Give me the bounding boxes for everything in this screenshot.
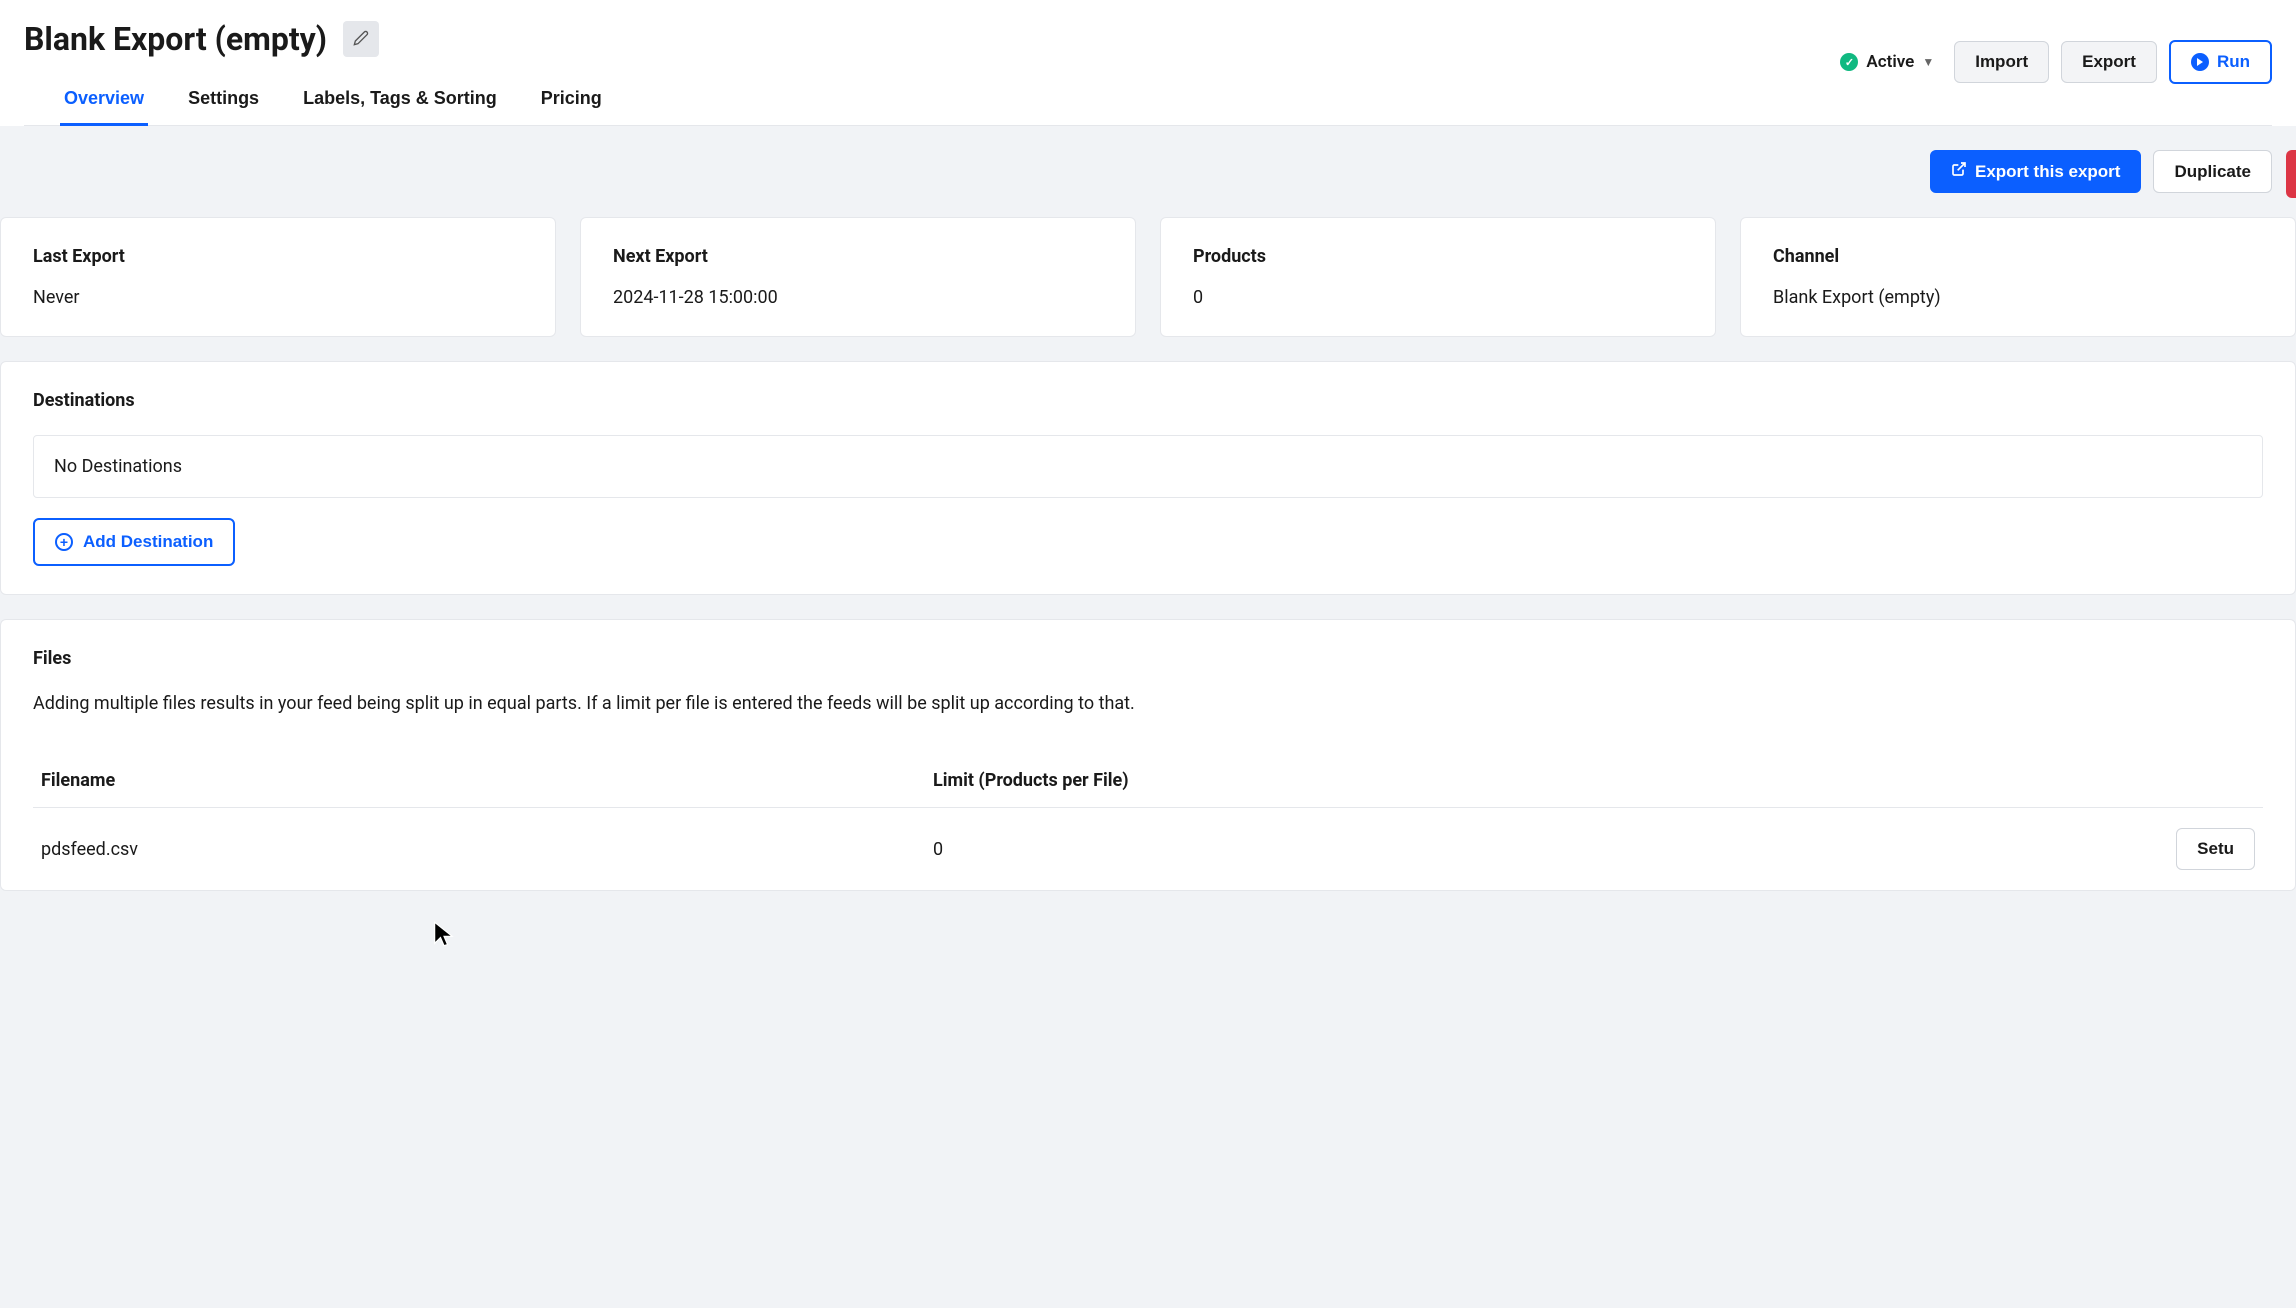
run-button[interactable]: Run: [2169, 40, 2272, 84]
stat-card-last-export: Last Export Never: [0, 217, 556, 337]
file-limit-cell: 0: [925, 808, 1849, 891]
stat-value: 2024-11-28 15:00:00: [613, 287, 1103, 308]
add-destination-button[interactable]: + Add Destination: [33, 518, 235, 566]
pencil-icon: [353, 30, 369, 49]
run-button-label: Run: [2217, 52, 2250, 72]
play-icon: [2191, 53, 2209, 71]
stat-value: 0: [1193, 287, 1683, 308]
add-destination-label: Add Destination: [83, 532, 213, 552]
destinations-empty: No Destinations: [33, 435, 2263, 498]
stat-card-next-export: Next Export 2024-11-28 15:00:00: [580, 217, 1136, 337]
duplicate-button[interactable]: Duplicate: [2153, 150, 2272, 193]
status-dropdown[interactable]: ✓ Active ▼: [1832, 52, 1942, 72]
table-row: pdsfeed.csv 0 Setu: [33, 808, 2263, 891]
stat-card-channel: Channel Blank Export (empty): [1740, 217, 2296, 337]
files-description: Adding multiple files results in your fe…: [33, 693, 2263, 714]
stat-label: Last Export: [33, 246, 523, 267]
export-this-export-button[interactable]: Export this export: [1930, 150, 2141, 193]
edit-title-button[interactable]: [343, 21, 379, 57]
files-title: Files: [33, 648, 2263, 669]
files-table: Filename Limit (Products per File) pdsfe…: [33, 754, 2263, 890]
stat-label: Next Export: [613, 246, 1103, 267]
stat-label: Products: [1193, 246, 1683, 267]
tab-settings[interactable]: Settings: [184, 74, 263, 125]
file-name-cell: pdsfeed.csv: [33, 808, 925, 891]
destinations-section: Destinations No Destinations + Add Desti…: [0, 361, 2296, 595]
status-text: Active: [1866, 52, 1914, 72]
import-button[interactable]: Import: [1954, 41, 2049, 83]
file-setup-button[interactable]: Setu: [2176, 828, 2255, 870]
plus-circle-icon: +: [55, 533, 73, 551]
tab-labels-tags-sorting[interactable]: Labels, Tags & Sorting: [299, 74, 501, 125]
column-limit: Limit (Products per File): [925, 754, 1849, 808]
tab-pricing[interactable]: Pricing: [537, 74, 606, 125]
danger-button-edge[interactable]: [2286, 150, 2296, 198]
stat-card-products: Products 0: [1160, 217, 1716, 337]
files-section: Files Adding multiple files results in y…: [0, 619, 2296, 891]
export-button[interactable]: Export: [2061, 41, 2157, 83]
column-filename: Filename: [33, 754, 925, 808]
external-link-icon: [1951, 161, 1967, 182]
export-this-label: Export this export: [1975, 162, 2120, 182]
stat-value: Blank Export (empty): [1773, 287, 2263, 308]
chevron-down-icon: ▼: [1922, 55, 1934, 69]
destinations-title: Destinations: [33, 390, 2263, 411]
check-circle-icon: ✓: [1840, 53, 1858, 71]
tab-overview[interactable]: Overview: [60, 74, 148, 125]
stat-label: Channel: [1773, 246, 2263, 267]
stat-value: Never: [33, 287, 523, 308]
page-title: Blank Export (empty): [24, 20, 327, 58]
